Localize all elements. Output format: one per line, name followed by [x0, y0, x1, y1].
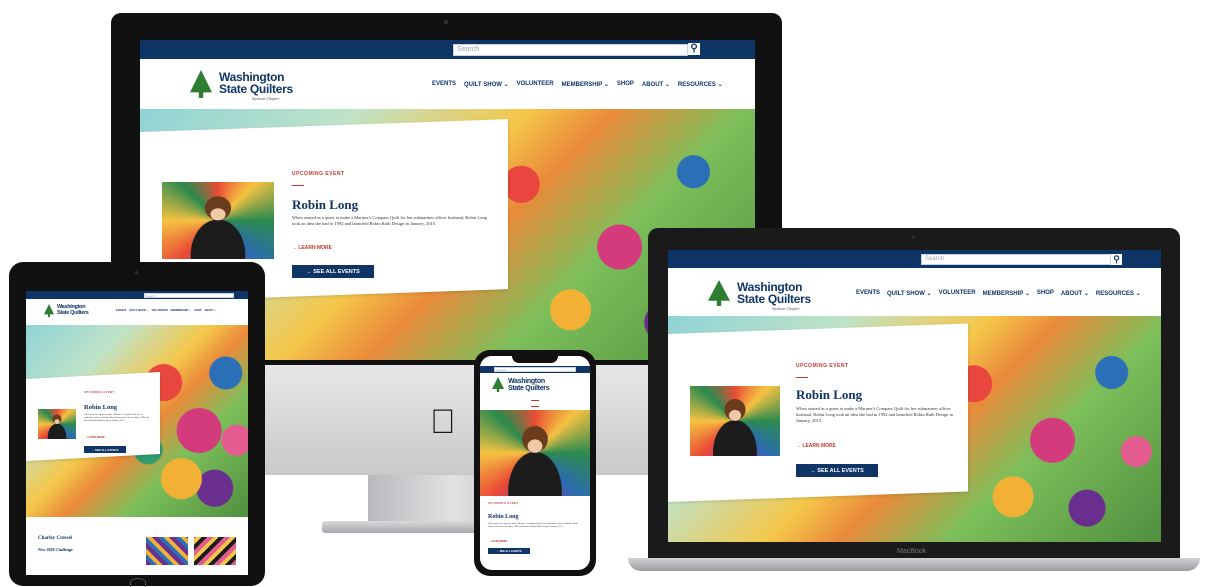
- eyebrow-divider: [292, 185, 304, 186]
- laptop-logo-title[interactable]: Washington State Quilters: [737, 281, 811, 305]
- learn-more-link[interactable]: → LEARN MORE: [292, 245, 332, 251]
- macbook-camera: [912, 236, 915, 239]
- nav-volunteer[interactable]: VOLUNTEER: [517, 81, 554, 88]
- phone-notch: [512, 356, 558, 363]
- tablet-nav-quilt-show[interactable]: QUILT SHOW ⌄: [129, 309, 148, 312]
- macbook-base: [628, 558, 1200, 571]
- phone-see-all-events-button[interactable]: → SEE ALL EVENTS: [488, 548, 530, 554]
- laptop-speaker-bio: When started as a quest to make a Marine…: [796, 406, 953, 424]
- speaker-bio: When started as a quest to make a Marine…: [292, 215, 487, 227]
- laptop-speaker-photo: [690, 386, 780, 456]
- tablet-top-bar: Search: [26, 291, 248, 299]
- apple-logo-icon: : [430, 405, 456, 439]
- tablet-see-all-events-button[interactable]: → SEE ALL EVENTS: [84, 446, 126, 453]
- laptop-learn-more-link[interactable]: → LEARN MORE: [796, 443, 836, 449]
- top-bar: Search ⚲: [140, 40, 755, 59]
- phone-learn-more-link[interactable]: → LEARN MORE: [488, 540, 507, 543]
- tablet-logo-title[interactable]: Washington State Quilters: [57, 304, 89, 316]
- nav-shop[interactable]: SHOP: [617, 81, 634, 88]
- imac-camera: [444, 20, 448, 24]
- phone-logo-title[interactable]: Washington State Quilters: [508, 378, 550, 392]
- logo-title[interactable]: Washington State Quilters: [219, 71, 293, 95]
- laptop-nav-membership[interactable]: MEMBERSHIP ⌄: [983, 290, 1030, 297]
- laptop-see-all-events-button[interactable]: → SEE ALL EVENTS: [796, 464, 878, 477]
- speaker-photo: [162, 182, 274, 259]
- phone-logo-icon[interactable]: [492, 377, 504, 392]
- tablet-nav-events[interactable]: EVENTS: [116, 309, 126, 312]
- tablet-speaker-bio: When started as a quest to make a Marine…: [84, 414, 149, 422]
- nav-membership[interactable]: MEMBERSHIP ⌄: [562, 81, 609, 88]
- logo-subtitle: Spokane Chapter: [252, 96, 280, 101]
- tablet-speaker-photo: [38, 409, 76, 439]
- tablet-event-eyebrow: UPCOMING EVENT: [84, 391, 115, 394]
- laptop-nav-quilt-show[interactable]: QUILT SHOW ⌄: [887, 290, 932, 297]
- tablet-quilt-thumbnail-1[interactable]: [146, 537, 188, 565]
- nav-events[interactable]: EVENTS: [432, 81, 456, 88]
- search-input[interactable]: Search: [453, 44, 688, 56]
- phone-screen: Search Washington State Quilters UPCOMING…: [480, 356, 590, 570]
- phone-top-bar: Search: [480, 366, 590, 373]
- tablet-lower-heading: Charley Cressel: [38, 536, 72, 541]
- laptop-nav-resources[interactable]: RESOURCES ⌄: [1096, 290, 1141, 297]
- phone-search-input[interactable]: Search: [494, 367, 576, 372]
- tablet-lower-subheading: New 2020 Challenge: [38, 547, 73, 552]
- phone-speaker-bio: When started as a quest to make a Marine…: [488, 523, 578, 528]
- tablet-main-nav: EVENTS QUILT SHOW ⌄ VOLUNTEER MEMBERSHIP…: [116, 309, 217, 312]
- tablet-logo-icon[interactable]: [44, 304, 54, 317]
- see-all-events-button[interactable]: → SEE ALL EVENTS: [292, 265, 374, 278]
- laptop-screen: Search ⚲ Washington State Quilters Spokan…: [668, 250, 1161, 542]
- tablet-screen: Search Washington State Quilters EVENTS Q…: [26, 291, 248, 575]
- laptop-nav-volunteer[interactable]: VOLUNTEER: [939, 290, 976, 297]
- speaker-name: Robin Long: [292, 197, 359, 212]
- nav-quilt-show[interactable]: QUILT SHOW ⌄: [464, 81, 509, 88]
- main-nav: EVENTS QUILT SHOW ⌄ VOLUNTEER MEMBERSHIP…: [432, 81, 723, 88]
- event-eyebrow: UPCOMING EVENT: [292, 171, 345, 177]
- tablet-search-input[interactable]: Search: [144, 293, 234, 298]
- tablet-nav-about[interactable]: ABOUT ⌄: [204, 309, 216, 312]
- laptop-event-eyebrow: UPCOMING EVENT: [796, 363, 849, 369]
- laptop-main-nav: EVENTS QUILT SHOW ⌄ VOLUNTEER MEMBERSHIP…: [856, 290, 1141, 297]
- phone-event-eyebrow: UPCOMING EVENT: [488, 502, 519, 505]
- laptop-eyebrow-divider: [796, 377, 808, 378]
- search-icon[interactable]: ⚲: [688, 43, 700, 55]
- tablet-camera: [135, 271, 138, 274]
- logo-icon[interactable]: [190, 70, 212, 98]
- laptop-search-input[interactable]: Search: [921, 254, 1111, 265]
- tablet-learn-more-link[interactable]: → LEARN MORE: [84, 436, 105, 439]
- tablet-nav-volunteer[interactable]: VOLUNTEER: [152, 309, 168, 312]
- phone-speaker-name: Robin Long: [488, 514, 519, 520]
- nav-resources[interactable]: RESOURCES ⌄: [678, 81, 723, 88]
- tablet-nav-shop[interactable]: SHOP: [194, 309, 201, 312]
- laptop-nav-events[interactable]: EVENTS: [856, 290, 880, 297]
- macbook-label: MacBook: [897, 548, 927, 555]
- nav-about[interactable]: ABOUT ⌄: [642, 81, 670, 88]
- hamburger-menu-icon[interactable]: [531, 400, 539, 407]
- laptop-logo-subtitle: Spokane Chapter: [772, 306, 800, 311]
- laptop-search-icon[interactable]: ⚲: [1111, 254, 1122, 265]
- tablet-nav-membership[interactable]: MEMBERSHIP ⌄: [171, 309, 191, 312]
- tablet-speaker-name: Robin Long: [84, 404, 118, 411]
- laptop-nav-shop[interactable]: SHOP: [1037, 290, 1054, 297]
- phone-speaker-photo: [480, 410, 590, 496]
- laptop-speaker-name: Robin Long: [796, 387, 863, 402]
- laptop-logo-icon[interactable]: [708, 280, 730, 306]
- tablet-quilt-thumbnail-2[interactable]: [194, 537, 236, 565]
- laptop-nav-about[interactable]: ABOUT ⌄: [1061, 290, 1089, 297]
- laptop-top-bar: Search ⚲: [668, 250, 1161, 268]
